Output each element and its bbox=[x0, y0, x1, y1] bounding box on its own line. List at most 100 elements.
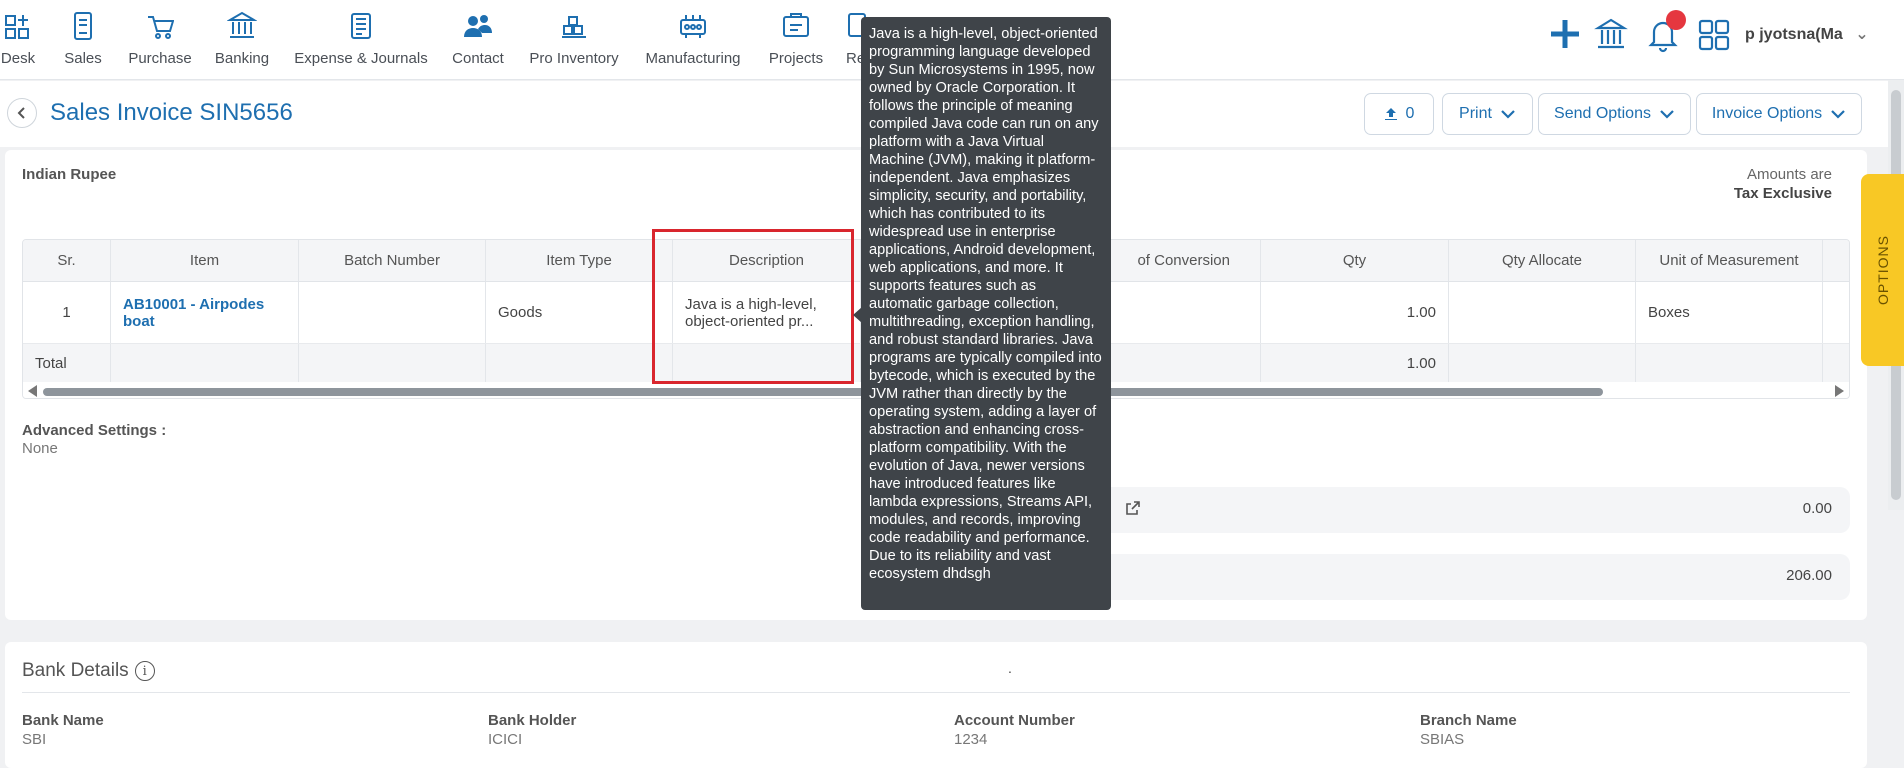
field-value: SBIAS bbox=[1420, 731, 1465, 748]
contacts-icon bbox=[464, 15, 492, 37]
bank-name-field: Bank Name SBI bbox=[22, 712, 104, 748]
apps-grid-button[interactable] bbox=[1697, 14, 1731, 58]
send-options-label: Send Options bbox=[1554, 105, 1651, 122]
field-label: Bank Holder bbox=[488, 712, 577, 729]
cell-item-type: Goods bbox=[486, 282, 673, 343]
advanced-settings-value: None bbox=[22, 440, 58, 457]
nav-label: Sales bbox=[64, 50, 102, 67]
bank-shortcut-button[interactable] bbox=[1594, 14, 1628, 58]
plus-icon bbox=[1551, 20, 1579, 48]
chevron-down-icon bbox=[1501, 110, 1515, 119]
field-label: Bank Name bbox=[22, 712, 104, 729]
cell-qty: 1.00 bbox=[1261, 282, 1449, 343]
field-value: SBI bbox=[22, 731, 47, 748]
external-link-icon[interactable] bbox=[1125, 500, 1141, 516]
user-menu[interactable]: p jyotsna(Ma ⌄ bbox=[1745, 24, 1869, 44]
nav-banking[interactable]: Banking bbox=[212, 8, 272, 67]
nav-label: Contact bbox=[452, 50, 504, 67]
nav-sales[interactable]: Sales bbox=[62, 8, 104, 67]
bank-details-title: Bank Details i bbox=[22, 660, 155, 682]
cell-qty-allocate bbox=[1449, 282, 1636, 343]
bank-details-label: Bank Details bbox=[22, 660, 129, 681]
nav-pro-inventory[interactable]: Pro Inventory bbox=[526, 8, 622, 67]
currency-label: Indian Rupee bbox=[22, 166, 117, 183]
nav-expense-journals[interactable]: Expense & Journals bbox=[293, 8, 429, 67]
chevron-left-icon bbox=[17, 107, 25, 119]
chevron-down-icon bbox=[1660, 110, 1674, 119]
journal-icon bbox=[351, 13, 371, 39]
total-cell bbox=[299, 344, 486, 382]
total-cell bbox=[1636, 344, 1823, 382]
attachments-button[interactable]: 0 bbox=[1364, 93, 1434, 135]
nav-desk[interactable]: Desk bbox=[0, 8, 36, 67]
upload-icon bbox=[1384, 108, 1397, 120]
col-qty-allocate: Qty Allocate bbox=[1449, 240, 1636, 281]
advanced-settings-label: Advanced Settings : bbox=[22, 422, 167, 439]
item-link-line: boat bbox=[123, 312, 155, 330]
bank-icon bbox=[1594, 18, 1628, 49]
nav-label: Pro Inventory bbox=[529, 50, 619, 67]
add-button[interactable] bbox=[1548, 14, 1582, 58]
account-number-field: Account Number 1234 bbox=[954, 712, 1075, 748]
description-highlight bbox=[652, 229, 854, 384]
total-cell bbox=[486, 344, 673, 382]
notification-badge bbox=[1666, 10, 1686, 30]
cell-uom: Boxes bbox=[1636, 282, 1823, 343]
col-item-type: Item Type bbox=[486, 240, 673, 281]
col-batch-number: Batch Number bbox=[299, 240, 486, 281]
chevron-down-icon: ⌄ bbox=[1855, 26, 1869, 43]
invoice-options-button[interactable]: Invoice Options bbox=[1696, 93, 1862, 135]
nav-label: Banking bbox=[214, 50, 270, 67]
col-item: Item bbox=[111, 240, 299, 281]
cell-item[interactable]: AB10001 - Airpodes boat bbox=[111, 282, 299, 343]
bank-icon bbox=[227, 11, 257, 38]
nav-projects[interactable]: Projects bbox=[766, 8, 826, 67]
divider bbox=[22, 692, 1850, 693]
bank-details-card: Bank Details i . Bank Name SBI Bank Hold… bbox=[5, 642, 1867, 768]
bank-dot: . bbox=[1008, 660, 1012, 676]
options-tab-label: OPTIONS bbox=[1874, 234, 1891, 306]
projects-icon bbox=[783, 13, 809, 37]
field-label: Account Number bbox=[954, 712, 1075, 729]
nav-purchase[interactable]: Purchase bbox=[125, 8, 195, 67]
print-button[interactable]: Print bbox=[1442, 93, 1533, 135]
summary-value: 206.00 bbox=[1786, 567, 1832, 584]
sales-icon bbox=[74, 12, 92, 40]
scroll-right-icon[interactable] bbox=[1835, 385, 1844, 397]
nav-label: Desk bbox=[0, 50, 36, 67]
scroll-thumb[interactable] bbox=[43, 388, 1603, 396]
info-icon[interactable]: i bbox=[134, 661, 155, 681]
nav-contact[interactable]: Contact bbox=[448, 8, 508, 67]
user-name: p jyotsna(Ma bbox=[1745, 26, 1843, 43]
field-value: ICICI bbox=[488, 731, 523, 748]
bank-holder-field: Bank Holder ICICI bbox=[488, 712, 576, 748]
notifications-button[interactable] bbox=[1646, 10, 1686, 58]
cart-icon bbox=[148, 16, 174, 39]
field-label: Branch Name bbox=[1420, 712, 1517, 729]
inventory-icon bbox=[562, 16, 586, 38]
cell-sr: 1 bbox=[23, 282, 111, 343]
total-cell bbox=[111, 344, 299, 382]
total-cell bbox=[1449, 344, 1636, 382]
back-button[interactable] bbox=[7, 98, 37, 128]
description-tooltip: Java is a high-level, object-oriented pr… bbox=[861, 17, 1111, 610]
scroll-left-icon[interactable] bbox=[28, 385, 37, 397]
cell-batch-number bbox=[299, 282, 486, 343]
manufacturing-icon bbox=[680, 15, 706, 38]
field-value: 1234 bbox=[954, 731, 988, 748]
tax-mode-label: Tax Exclusive bbox=[1733, 185, 1832, 202]
send-options-button[interactable]: Send Options bbox=[1538, 93, 1691, 135]
branch-name-field: Branch Name SBIAS bbox=[1420, 712, 1517, 748]
col-qty: Qty bbox=[1261, 240, 1449, 281]
desk-icon bbox=[5, 15, 29, 39]
nav-manufacturing[interactable]: Manufacturing bbox=[641, 8, 745, 67]
apps-grid-icon bbox=[1698, 19, 1730, 51]
options-side-tab[interactable]: OPTIONS bbox=[1861, 174, 1904, 366]
attachments-count: 0 bbox=[1405, 105, 1415, 122]
nav-label: Projects bbox=[768, 50, 824, 67]
item-link-line: AB10001 - Airpodes bbox=[123, 295, 265, 313]
print-label: Print bbox=[1459, 105, 1492, 122]
chevron-down-icon bbox=[1831, 110, 1845, 119]
nav-label: Manufacturing bbox=[645, 50, 741, 67]
total-qty: 1.00 bbox=[1261, 344, 1449, 382]
